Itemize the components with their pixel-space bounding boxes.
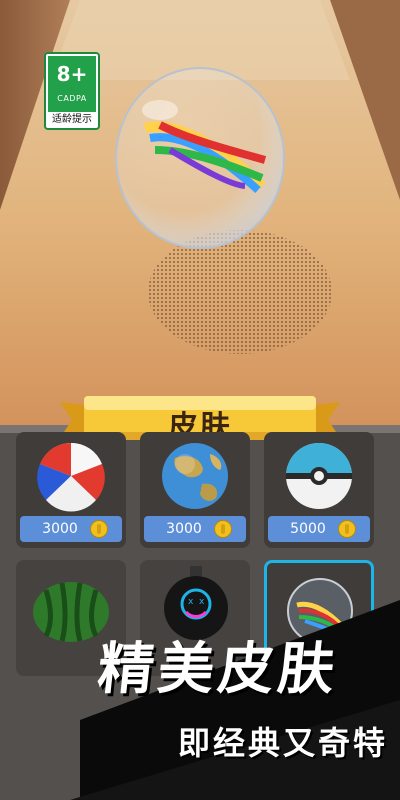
pokeball-icon [286, 443, 352, 509]
price-tag[interactable]: 5000 [268, 516, 370, 542]
globe-icon [162, 443, 228, 509]
price-amount: 3000 [42, 521, 78, 537]
skin-item-globe-ball[interactable]: 3000 [140, 432, 250, 548]
game-screen: 8+ CADPA 适龄提示 皮肤 3000 3000 5000 x x 精美皮肤… [0, 0, 400, 800]
price-tag[interactable]: 3000 [20, 516, 122, 542]
price-amount: 5000 [290, 521, 326, 537]
rating-header: 8+ CADPA [48, 56, 96, 112]
promo-subline: 即经典又奇特 [178, 724, 389, 762]
rating-tip: 适龄提示 [52, 114, 92, 125]
promo-headline: 精美皮肤 [94, 637, 342, 702]
price-tag[interactable]: 3000 [144, 516, 246, 542]
rating-age: 8+ [56, 62, 88, 86]
coin-icon [90, 520, 108, 538]
skin-item-beach-ball[interactable]: 3000 [16, 432, 126, 548]
coin-icon [214, 520, 232, 538]
coin-icon [338, 520, 356, 538]
beach-ball-icon [37, 442, 105, 512]
price-amount: 3000 [166, 521, 202, 537]
glass-ball [115, 67, 285, 249]
skin-item-pokeball[interactable]: 5000 [264, 432, 374, 548]
age-rating-badge: 8+ CADPA 适龄提示 [44, 52, 100, 130]
rating-org: CADPA [57, 94, 87, 103]
